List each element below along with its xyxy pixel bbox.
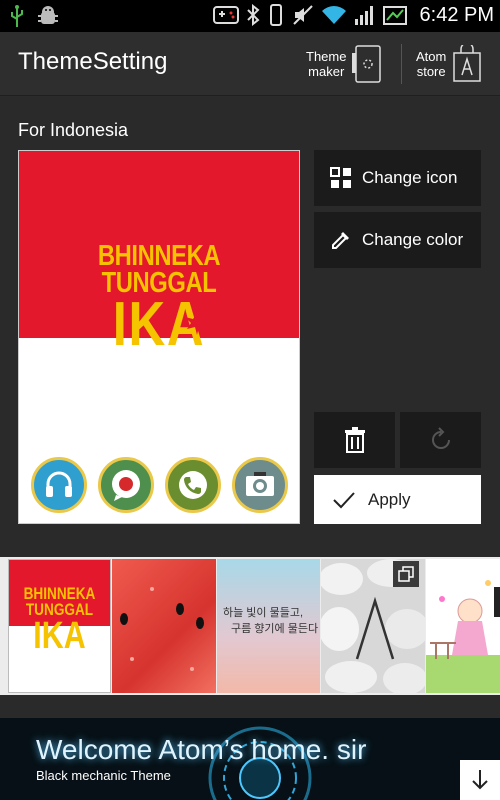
poster-line1: BHINNEKA: [97, 240, 221, 272]
change-color-button[interactable]: Change color: [314, 212, 481, 268]
game-icon: [212, 6, 239, 24]
eyedropper-icon: [332, 232, 349, 249]
thumb-sky-text1: 하늘 빛이 물들고,: [223, 607, 304, 619]
page-title: ThemeSetting: [18, 48, 168, 75]
trash-icon: [344, 427, 365, 453]
banner-title: Welcome Atom’s home. sir: [36, 734, 367, 765]
thumbnail-cartoon[interactable]: [426, 559, 500, 693]
delete-button[interactable]: [314, 412, 395, 468]
atom-store-label-line2: store: [416, 64, 446, 79]
change-color-label: Change color: [362, 230, 464, 249]
download-button[interactable]: [460, 760, 500, 800]
bluetooth-icon: [246, 4, 260, 26]
apply-button[interactable]: Apply: [314, 475, 481, 524]
status-bar: 6:42 PM: [0, 0, 500, 32]
copy-icon[interactable]: [393, 561, 419, 587]
atom-store-button[interactable]: Atom store: [416, 40, 482, 88]
theme-thumbnail-strip: BHINNEKA TUNGGAL IKA 하늘 빛이 물들고, 구름 향기에 물…: [0, 557, 500, 695]
change-icon-label: Change icon: [362, 168, 458, 187]
poster-text: BHINNEKA TUNGGAL IKA: [44, 240, 274, 359]
thumb-sky-text2: 구름 향기에 물든다: [231, 623, 319, 635]
theme-name: For Indonesia: [18, 120, 129, 140]
battery-icon: [382, 6, 407, 25]
phone-theme-icon: [352, 45, 382, 83]
signal-icon: [354, 6, 373, 25]
download-arrow-icon: [472, 770, 488, 790]
camera-icon[interactable]: [231, 457, 288, 513]
theme-preview[interactable]: BHINNEKA TUNGGAL IKA: [18, 150, 300, 524]
watermelon-seeds-icon: [120, 587, 204, 671]
thumbnail-indonesia[interactable]: BHINNEKA TUNGGAL IKA: [8, 559, 111, 693]
poster-line3: IKA: [112, 290, 206, 359]
phone-icon[interactable]: [164, 457, 221, 513]
app-bar: ThemeSetting Theme maker Atom store: [0, 32, 500, 96]
android-debug-icon: [38, 6, 58, 24]
refresh-icon: [431, 427, 450, 449]
thumbnail-sky[interactable]: 하늘 빛이 물들고, 구름 향기에 물든다: [217, 559, 320, 693]
status-time: 6:42 PM: [419, 3, 494, 26]
app-bar-divider: [401, 44, 402, 84]
thumbnail-watermelon[interactable]: [112, 559, 216, 693]
theme-maker-label-line2: maker: [308, 64, 345, 79]
cartoon-girl-icon: [426, 580, 500, 693]
checkmark-icon: [333, 491, 355, 508]
grid-icon: [330, 167, 351, 188]
mute-icon: [292, 5, 313, 25]
strip-scroll-indicator: [494, 587, 500, 617]
change-icon-button[interactable]: Change icon: [314, 150, 481, 206]
reset-button[interactable]: [400, 412, 481, 468]
phone-vibrate-icon: [269, 4, 282, 26]
garuda-emblem-icon: [185, 313, 209, 335]
headphones-icon[interactable]: [30, 457, 87, 513]
banner-subtitle: Black mechanic Theme: [36, 768, 171, 783]
atom-store-label-line1: Atom: [416, 49, 447, 64]
apply-label: Apply: [368, 489, 411, 509]
shopping-bag-icon: [453, 45, 482, 82]
dock: [19, 457, 299, 513]
promo-banner[interactable]: Welcome Atom’s home. sir Black mechanic …: [0, 718, 500, 800]
wifi-icon: [321, 6, 346, 24]
theme-maker-label-line1: Theme: [306, 49, 347, 64]
usb-icon: [11, 5, 23, 27]
thumbnail-stones[interactable]: [321, 559, 425, 693]
message-icon[interactable]: [97, 457, 154, 513]
theme-maker-button[interactable]: Theme maker: [306, 40, 388, 88]
thumb-poster-line3: IKA: [33, 615, 86, 657]
